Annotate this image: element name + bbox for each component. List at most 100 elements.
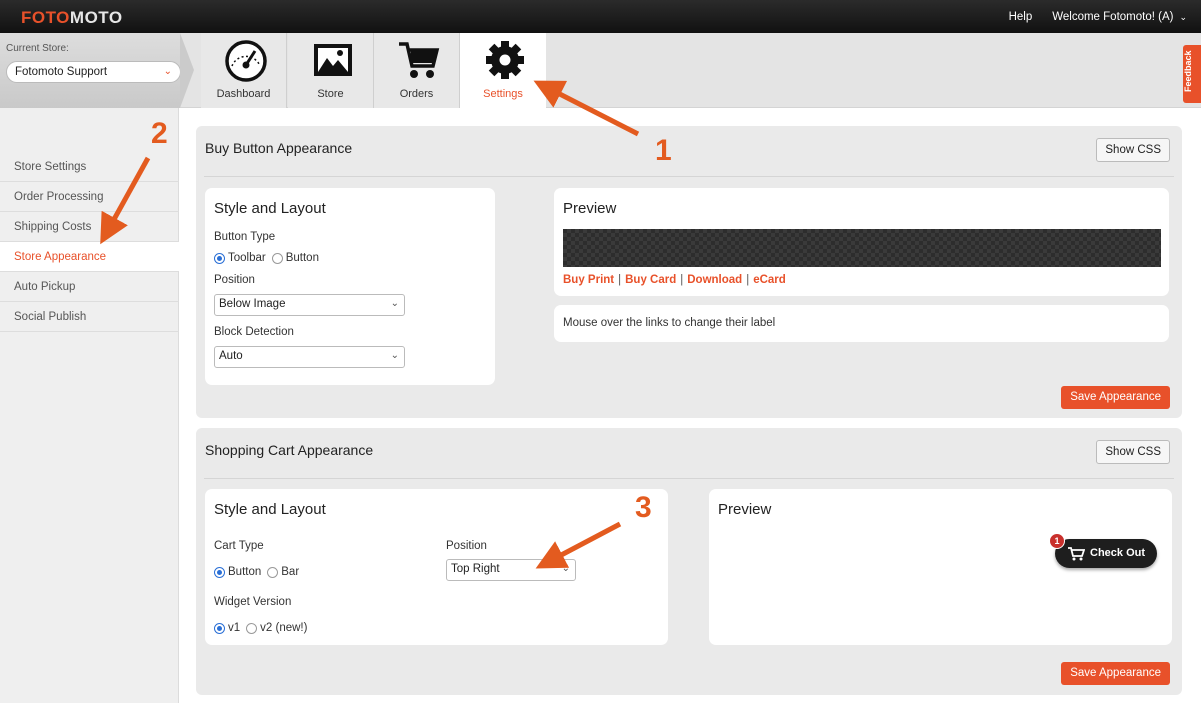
radio-button[interactable] [271, 252, 283, 264]
sidebar-item-social-publish[interactable]: Social Publish [0, 302, 179, 332]
cart-count-badge: 1 [1049, 533, 1065, 549]
main-content: Buy Button Appearance Show CSS Style and… [179, 108, 1201, 703]
separator: | [746, 274, 750, 286]
preview-links: Buy Print | Buy Card | Download | eCard [563, 274, 786, 286]
tab-label: Settings [483, 88, 523, 100]
show-css-button[interactable]: Show CSS [1096, 138, 1170, 162]
select-value: Top Right [451, 563, 500, 575]
save-appearance-button[interactable]: Save Appearance [1061, 386, 1170, 409]
store-selector-area: Current Store: Fotomoto Support ⌄ [0, 33, 181, 108]
preview-card: Preview Buy Print | Buy Card | Download | eCar… [554, 188, 1169, 296]
separator: | [680, 274, 684, 286]
help-link[interactable]: Help [1009, 11, 1033, 23]
gear-icon [486, 41, 524, 79]
logo-foto: FOTO [21, 8, 70, 27]
chevron-down-icon: ⌄ [1179, 11, 1187, 22]
welcome-text: Welcome Fotomoto! (A) [1052, 10, 1174, 23]
hint-card: Mouse over the links to change their lab… [554, 305, 1169, 342]
shopping-cart-panel: Shopping Cart Appearance Show CSS Style … [196, 428, 1182, 695]
cart-preview-card: Preview 1 Check Out [709, 489, 1172, 645]
radio-label: v1 [228, 622, 241, 634]
store-arrow-shape [180, 33, 194, 108]
current-store-label: Current Store: [6, 43, 69, 54]
block-detection-label: Block Detection [214, 326, 294, 338]
button-type-label: Button Type [214, 231, 276, 243]
cart-icon [1068, 547, 1085, 561]
radio-bar[interactable] [267, 566, 279, 578]
style-layout-card: Style and Layout Button Type Toolbar But… [205, 188, 495, 385]
checkout-label: Check Out [1090, 547, 1146, 559]
save-appearance-button[interactable]: Save Appearance [1061, 662, 1170, 685]
checkout-button-preview[interactable]: 1 Check Out [1049, 533, 1157, 568]
sidebar-menu: Store Settings Order Processing Shipping… [0, 152, 179, 332]
radio-label: Bar [281, 566, 300, 578]
sidebar-item-auto-pickup[interactable]: Auto Pickup [0, 272, 179, 302]
widget-version-label: Widget Version [214, 596, 292, 608]
radio-label: Button [228, 566, 262, 578]
tab-orders[interactable]: Orders [374, 33, 460, 108]
tab-store[interactable]: Store [288, 33, 374, 108]
radio-toolbar[interactable] [214, 252, 225, 264]
chevron-down-icon: ⌄ [390, 298, 399, 309]
divider [204, 478, 1174, 479]
radio-button[interactable] [214, 566, 225, 578]
tab-label: Dashboard [216, 88, 271, 100]
select-value: Auto [219, 350, 243, 362]
radio-v1[interactable] [214, 622, 225, 634]
card-title: Style and Layout [214, 200, 326, 217]
annotation-number-2: 2 [151, 117, 168, 150]
position-select[interactable]: Below Image ⌄ [214, 294, 405, 316]
widget-version-radios: v1 v2 (new!) [214, 622, 307, 634]
header-band: Current Store: Fotomoto Support ⌄ Dashbo… [0, 33, 1201, 108]
annotation-number-3: 3 [635, 491, 652, 524]
tab-label: Store [317, 88, 344, 100]
position-label: Position [446, 540, 487, 552]
top-nav: Help Welcome Fotomoto! (A) ⌄ [1009, 0, 1187, 33]
link-download[interactable]: Download [687, 274, 742, 286]
tab-settings[interactable]: Settings [460, 33, 546, 108]
tab-dashboard[interactable]: Dashboard [201, 33, 287, 108]
link-ecard[interactable]: eCard [753, 274, 786, 286]
fotomoto-logo[interactable]: FOTOMOTO [21, 8, 123, 28]
radio-label: Button [285, 252, 319, 264]
card-title: Preview [563, 200, 617, 217]
link-buy-card[interactable]: Buy Card [625, 274, 676, 286]
store-select[interactable]: Fotomoto Support ⌄ [6, 61, 181, 83]
cart-position-select[interactable]: Top Right ⌄ [446, 559, 576, 581]
cart-type-label: Cart Type [214, 540, 264, 552]
chevron-down-icon: ⌄ [163, 66, 172, 77]
block-detection-select[interactable]: Auto ⌄ [214, 346, 405, 368]
sidebar-item-order-processing[interactable]: Order Processing [0, 182, 179, 212]
card-title: Preview [718, 501, 772, 518]
sidebar-item-shipping-costs[interactable]: Shipping Costs [0, 212, 179, 242]
cart-type-radios: Button Bar [214, 566, 299, 578]
welcome-menu[interactable]: Welcome Fotomoto! (A) ⌄ [1052, 11, 1187, 23]
store-select-value: Fotomoto Support [15, 66, 108, 78]
style-layout-card: Style and Layout Cart Type Button Bar Po… [205, 489, 668, 645]
annotation-number-1: 1 [655, 134, 672, 167]
radio-label: Toolbar [228, 252, 266, 264]
hint-text: Mouse over the links to change their lab… [563, 317, 776, 329]
button-type-radios: Toolbar Button [214, 252, 319, 264]
toolbar-preview [563, 229, 1161, 267]
sidebar: Store Settings Order Processing Shipping… [0, 108, 179, 703]
sidebar-item-store-settings[interactable]: Store Settings [0, 152, 179, 182]
top-bar: FOTOMOTO Help Welcome Fotomoto! (A) ⌄ [0, 0, 1201, 33]
link-buy-print[interactable]: Buy Print [563, 274, 614, 286]
dashboard-gauge-icon [225, 40, 267, 82]
buy-button-panel: Buy Button Appearance Show CSS Style and… [196, 126, 1182, 418]
show-css-button[interactable]: Show CSS [1096, 440, 1170, 464]
select-value: Below Image [219, 298, 286, 310]
divider [204, 176, 1174, 177]
logo-moto: MOTO [69, 8, 123, 27]
panel-title: Buy Button Appearance [205, 140, 353, 156]
radio-v2[interactable] [246, 622, 258, 634]
separator: | [618, 274, 622, 286]
position-label: Position [214, 274, 255, 286]
photos-icon [314, 44, 352, 76]
sidebar-item-store-appearance[interactable]: Store Appearance [0, 242, 179, 272]
chevron-down-icon: ⌄ [390, 350, 399, 361]
panel-title: Shopping Cart Appearance [205, 442, 374, 458]
feedback-tab[interactable]: Feedback [1183, 45, 1201, 103]
card-title: Style and Layout [214, 501, 326, 518]
